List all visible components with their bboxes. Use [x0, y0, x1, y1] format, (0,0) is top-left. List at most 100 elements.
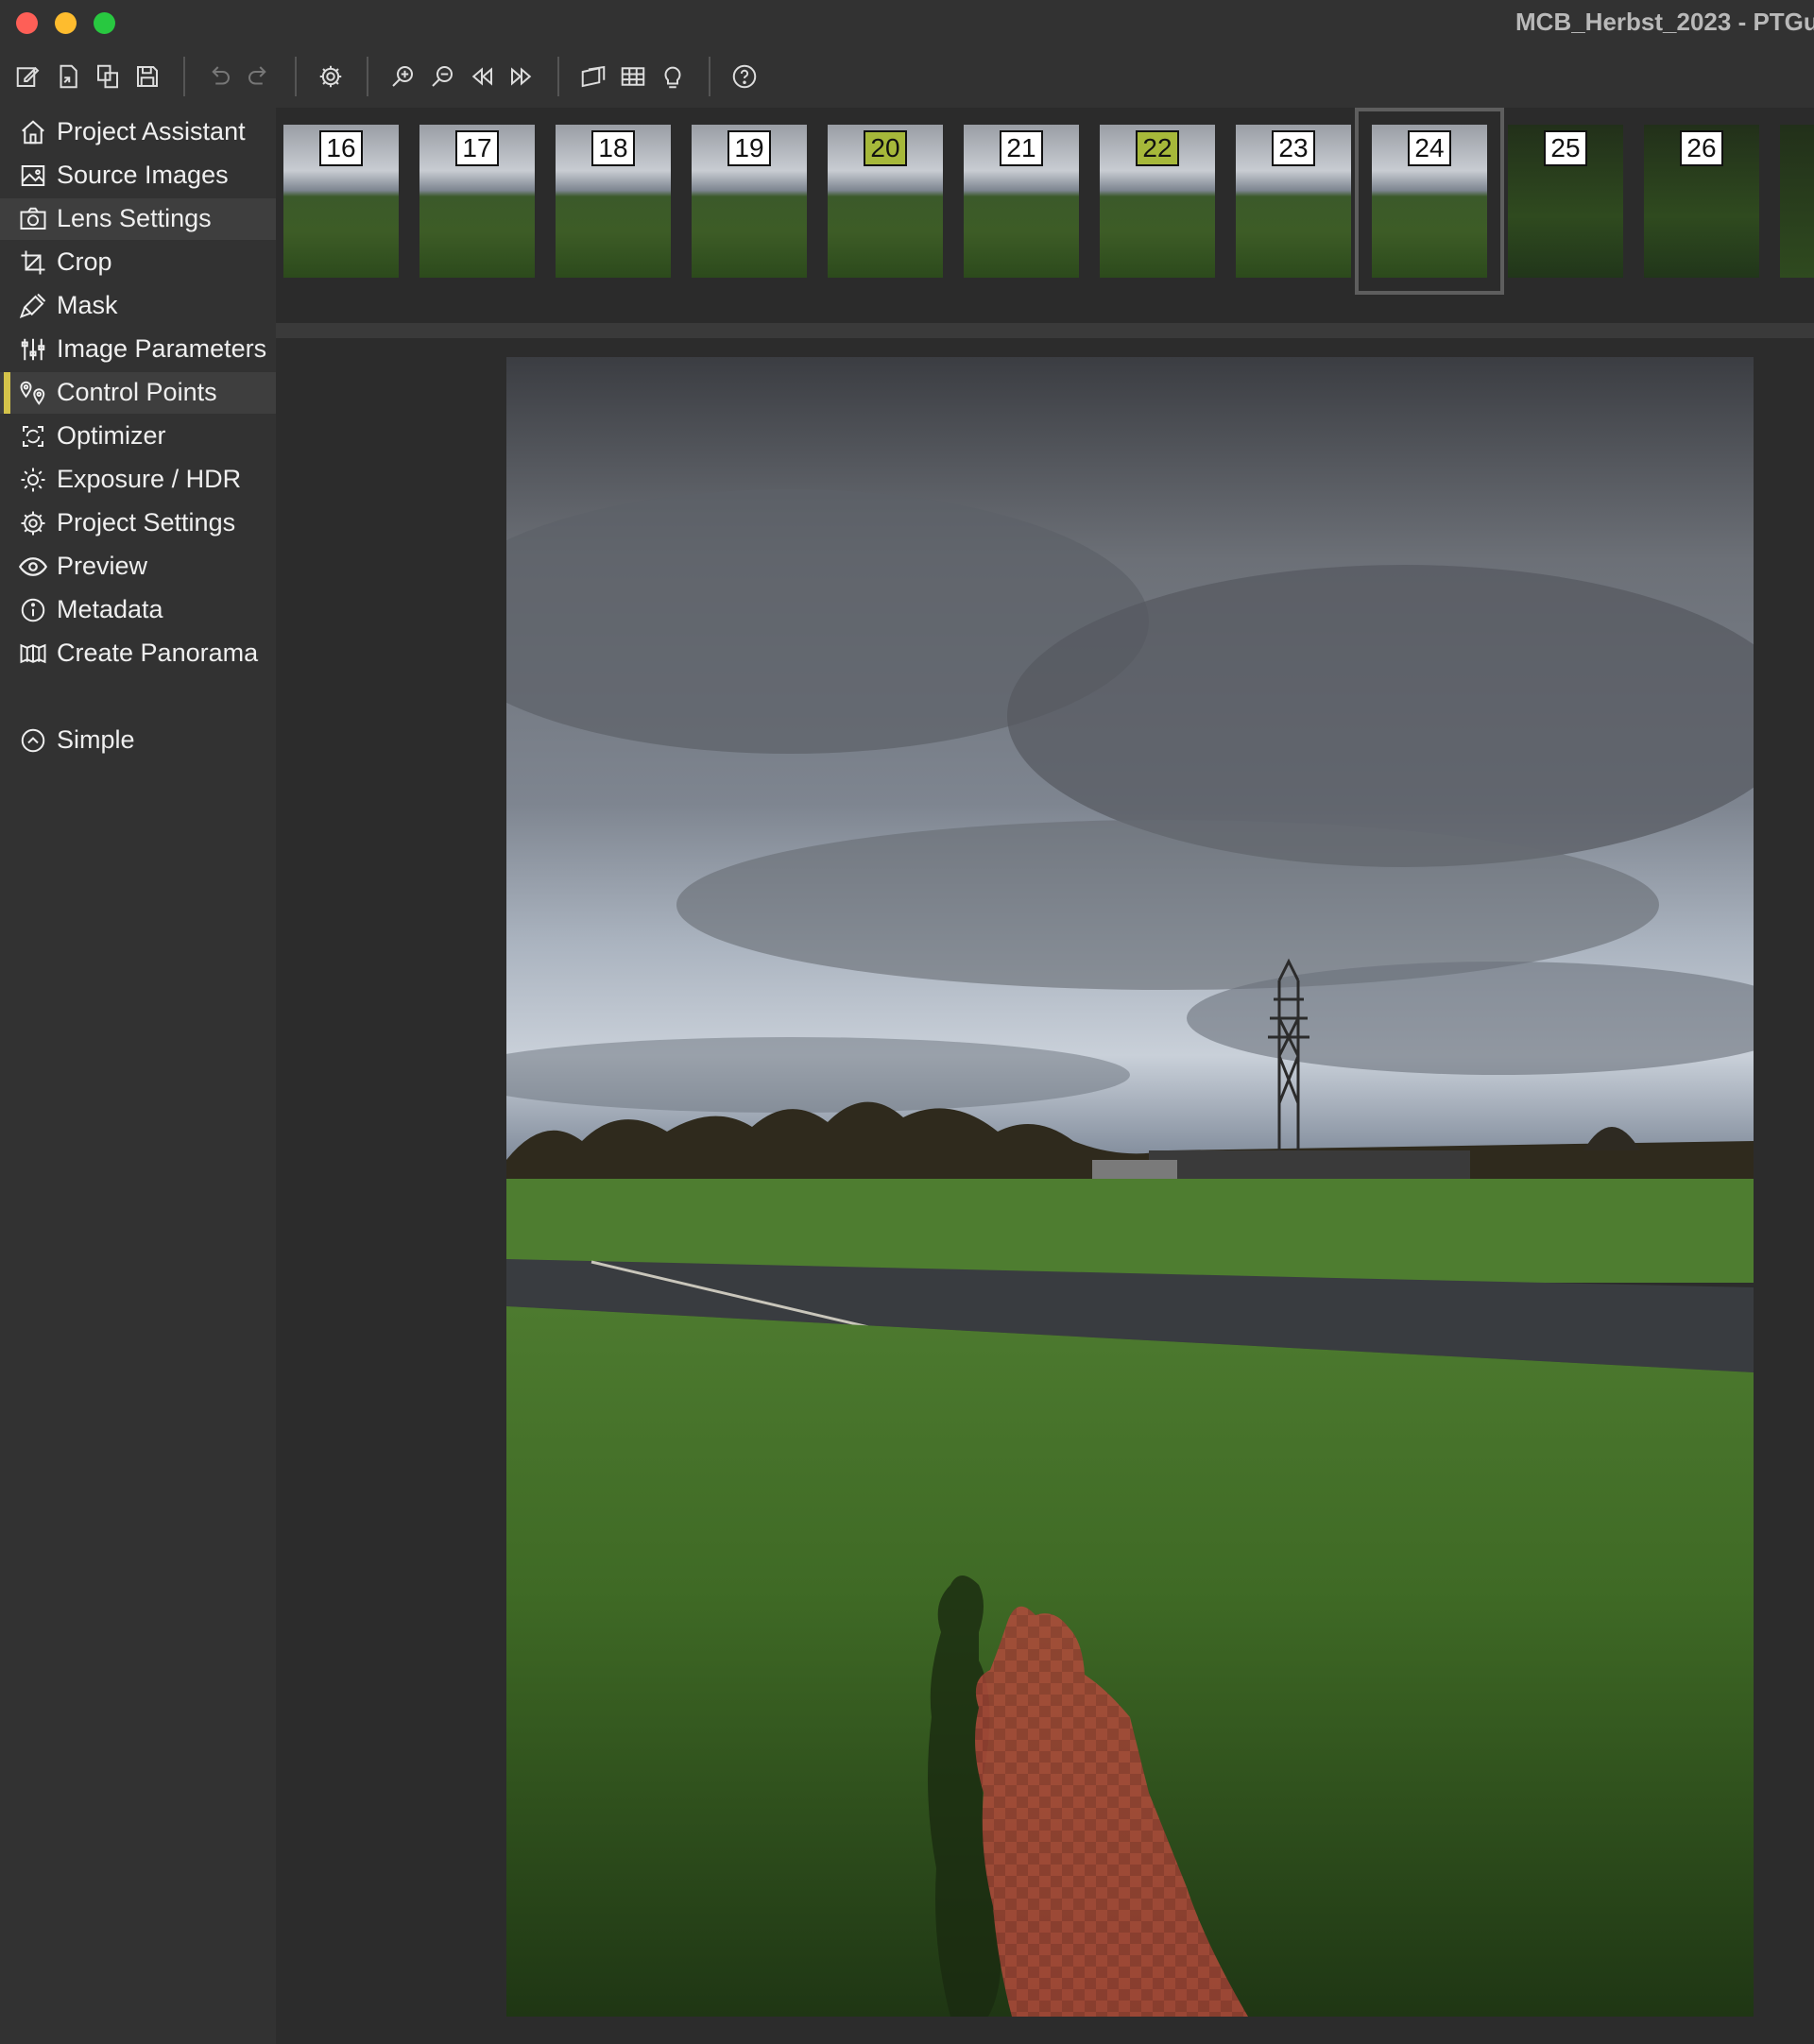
thumbnail-number: 25: [1544, 130, 1587, 166]
save-button[interactable]: [130, 60, 164, 94]
undo-button[interactable]: [202, 60, 236, 94]
zoom-in-icon: [392, 66, 413, 87]
lightbulb-icon: [664, 66, 681, 89]
thumbnail-25[interactable]: 25: [1508, 125, 1623, 278]
sidebar-item-label: Create Panorama: [57, 639, 259, 667]
thumbnail-number: 24: [1408, 130, 1451, 166]
toolbar-separator: [557, 57, 559, 96]
thumbnail-number: 18: [591, 130, 635, 166]
toolbar-separator: [295, 57, 297, 96]
thumbnail-24-selected[interactable]: 24: [1355, 108, 1504, 295]
thumbnail-number: 19: [727, 130, 771, 166]
minimize-window-button[interactable]: [55, 12, 77, 34]
new-project-button[interactable]: [11, 60, 45, 94]
crop-icon: [19, 248, 47, 277]
sidebar-item-preview[interactable]: Preview: [0, 546, 276, 588]
sidebar-item-optimizer[interactable]: Optimizer: [0, 416, 276, 457]
sidebar-item-label: Preview: [57, 552, 148, 580]
filmstrip-divider[interactable]: [276, 323, 1814, 338]
thumbnail-strip: 16 17 18 19 20 21 22 23 24 25 26: [276, 108, 1814, 321]
sidebar-item-metadata[interactable]: Metadata: [0, 589, 276, 631]
window-title: MCB_Herbst_2023 - PTGui: [1515, 8, 1814, 36]
sidebar-item-label: Exposure / HDR: [57, 465, 242, 493]
thumbnail-number: 22: [1136, 130, 1179, 166]
simple-mode-toggle[interactable]: Simple: [0, 720, 276, 761]
toolbar-separator: [709, 57, 710, 96]
sidebar-item-control-points[interactable]: Control Points: [0, 372, 276, 414]
redo-button[interactable]: [242, 60, 276, 94]
image-icon: [19, 162, 47, 190]
help-icon: [732, 64, 757, 89]
sidebar-item-lens-settings[interactable]: Lens Settings: [0, 198, 276, 240]
sidebar-item-project-assistant[interactable]: Project Assistant: [0, 111, 276, 153]
toolbar-separator: [183, 57, 185, 96]
sidebar-item-source-images[interactable]: Source Images: [0, 155, 276, 196]
sidebar-item-mask[interactable]: Mask: [0, 285, 276, 327]
home-icon: [19, 118, 47, 146]
sidebar-item-label: Optimizer: [57, 421, 166, 450]
settings-button[interactable]: [314, 60, 348, 94]
eye-icon: [18, 553, 48, 581]
grid-icon: [621, 67, 645, 86]
duplicate-button[interactable]: [91, 60, 125, 94]
thumbnail-19[interactable]: 19: [692, 125, 807, 278]
edit-icon: [16, 66, 40, 87]
info-icon: [19, 596, 47, 624]
thumbnail-18[interactable]: 18: [556, 125, 671, 278]
zoom-in-button[interactable]: [385, 60, 419, 94]
next-button[interactable]: [505, 60, 539, 94]
sidebar-item-project-settings[interactable]: Project Settings: [0, 502, 276, 544]
thumbnail-number: 16: [319, 130, 363, 166]
undo-icon: [212, 66, 230, 85]
save-icon: [137, 66, 158, 87]
sidebar-item-image-parameters[interactable]: Image Parameters: [0, 329, 276, 370]
thumbnail-number: 21: [1000, 130, 1043, 166]
simple-mode-label: Simple: [57, 725, 135, 754]
sun-icon: [19, 466, 47, 494]
close-window-button[interactable]: [16, 12, 38, 34]
toolbar-separator: [367, 57, 368, 96]
thumbnail-number: 20: [864, 130, 907, 166]
thumbnail-23[interactable]: 23: [1236, 125, 1351, 278]
zoom-out-button[interactable]: [425, 60, 459, 94]
sidebar-item-exposure-hdr[interactable]: Exposure / HDR: [0, 459, 276, 501]
sliders-icon: [19, 335, 47, 364]
help-button[interactable]: [727, 60, 762, 94]
control-points-icon: [19, 379, 47, 407]
source-image-preview[interactable]: [506, 357, 1754, 2017]
gear-icon: [19, 509, 47, 537]
thumbnail-number: 17: [455, 130, 499, 166]
thumbnail-number: 26: [1680, 130, 1723, 166]
thumbnail-22[interactable]: 22: [1100, 125, 1215, 278]
sidebar-item-label: Image Parameters: [57, 334, 267, 363]
chevron-up-circle-icon: [19, 726, 47, 755]
farm-building: [1149, 1150, 1470, 1179]
optimizer-icon: [19, 422, 47, 451]
thumbnail-16[interactable]: 16: [283, 125, 399, 278]
maximize-window-button[interactable]: [94, 12, 115, 34]
open-file-icon: [60, 64, 77, 89]
sidebar: Project Assistant Source Images Lens Set…: [0, 108, 276, 2044]
open-project-button[interactable]: [51, 60, 85, 94]
sidebar-item-label: Source Images: [57, 161, 229, 189]
zoom-out-icon: [432, 66, 453, 87]
table-button[interactable]: [616, 60, 650, 94]
title-bar: MCB_Herbst_2023 - PTGui: [0, 0, 1814, 45]
thumbnail-21[interactable]: 21: [964, 125, 1079, 278]
sidebar-item-label: Project Assistant: [57, 117, 246, 145]
sidebar-item-label: Crop: [57, 247, 112, 276]
thumbnail-partial[interactable]: [1780, 125, 1814, 278]
sidebar-item-label: Control Points: [57, 378, 217, 406]
thumbnail-26[interactable]: 26: [1644, 125, 1759, 278]
thumbnail-17[interactable]: 17: [419, 125, 535, 278]
previous-button[interactable]: [465, 60, 499, 94]
thumbnail-20[interactable]: 20: [828, 125, 943, 278]
gear-icon: [319, 65, 342, 88]
farm-building: [1092, 1160, 1177, 1179]
panorama-icon: [19, 639, 47, 668]
sidebar-item-crop[interactable]: Crop: [0, 242, 276, 283]
image-preview-panel: [276, 338, 1814, 2044]
tip-button[interactable]: [656, 60, 690, 94]
panorama-editor-button[interactable]: [576, 60, 610, 94]
sidebar-item-create-panorama[interactable]: Create Panorama: [0, 633, 276, 674]
